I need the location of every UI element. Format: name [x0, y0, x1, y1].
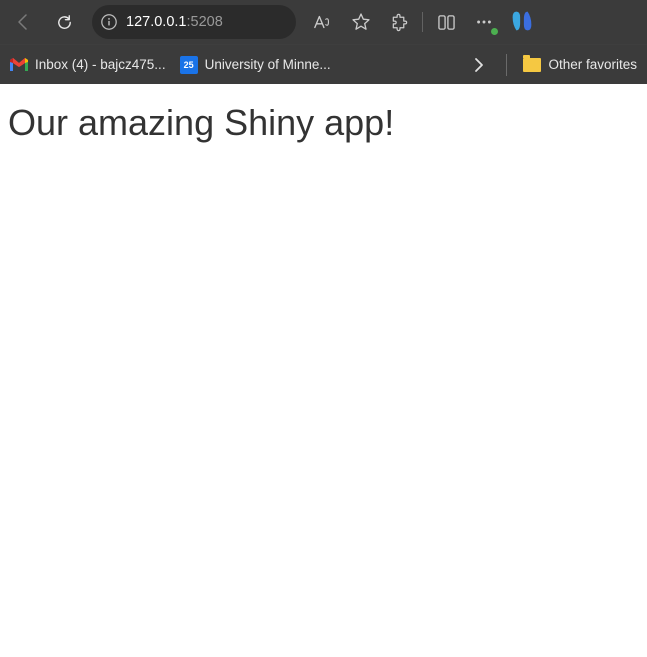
url-text: 127.0.0.1:5208 — [126, 14, 223, 30]
site-info-button[interactable] — [98, 11, 120, 33]
page-title: Our amazing Shiny app! — [8, 102, 639, 144]
calendar-icon: 25 — [180, 56, 198, 74]
more-button[interactable] — [467, 4, 501, 40]
split-screen-button[interactable] — [429, 4, 463, 40]
gmail-icon — [10, 56, 28, 74]
other-favorites-label: Other favorites — [548, 57, 637, 72]
copilot-button[interactable] — [507, 6, 539, 38]
more-icon — [475, 13, 493, 31]
favorite-button[interactable] — [344, 4, 378, 40]
star-icon — [351, 12, 371, 32]
bookmark-label: Inbox (4) - bajcz475... — [35, 57, 166, 72]
browser-toolbar: 127.0.0.1:5208 — [0, 0, 647, 44]
chevron-right-icon — [471, 57, 487, 73]
bookmark-gmail[interactable]: Inbox (4) - bajcz475... — [8, 52, 168, 78]
refresh-button[interactable] — [46, 4, 82, 40]
address-bar[interactable]: 127.0.0.1:5208 — [92, 5, 296, 39]
info-icon — [100, 13, 118, 31]
read-aloud-button[interactable] — [306, 4, 340, 40]
page-content: Our amazing Shiny app! — [0, 84, 647, 657]
folder-icon — [523, 56, 541, 74]
back-icon — [14, 12, 34, 32]
other-favorites-button[interactable]: Other favorites — [521, 52, 639, 78]
bookmarks-overflow-button[interactable] — [466, 47, 492, 83]
bookmarks-bar: Inbox (4) - bajcz475... 25 University of… — [0, 44, 647, 84]
split-icon — [437, 14, 456, 31]
bookmark-label: University of Minne... — [205, 57, 331, 72]
bookmarks-divider — [506, 54, 507, 76]
refresh-icon — [55, 13, 74, 32]
toolbar-divider — [422, 12, 423, 32]
url-host: 127.0.0.1 — [126, 14, 186, 30]
update-indicator-icon — [491, 28, 498, 35]
extensions-button[interactable] — [382, 4, 416, 40]
text-size-icon — [313, 13, 333, 31]
puzzle-icon — [390, 13, 409, 32]
bookmark-umn[interactable]: 25 University of Minne... — [178, 52, 333, 78]
copilot-icon — [507, 6, 537, 36]
url-port: :5208 — [186, 14, 222, 30]
back-button[interactable] — [6, 4, 42, 40]
